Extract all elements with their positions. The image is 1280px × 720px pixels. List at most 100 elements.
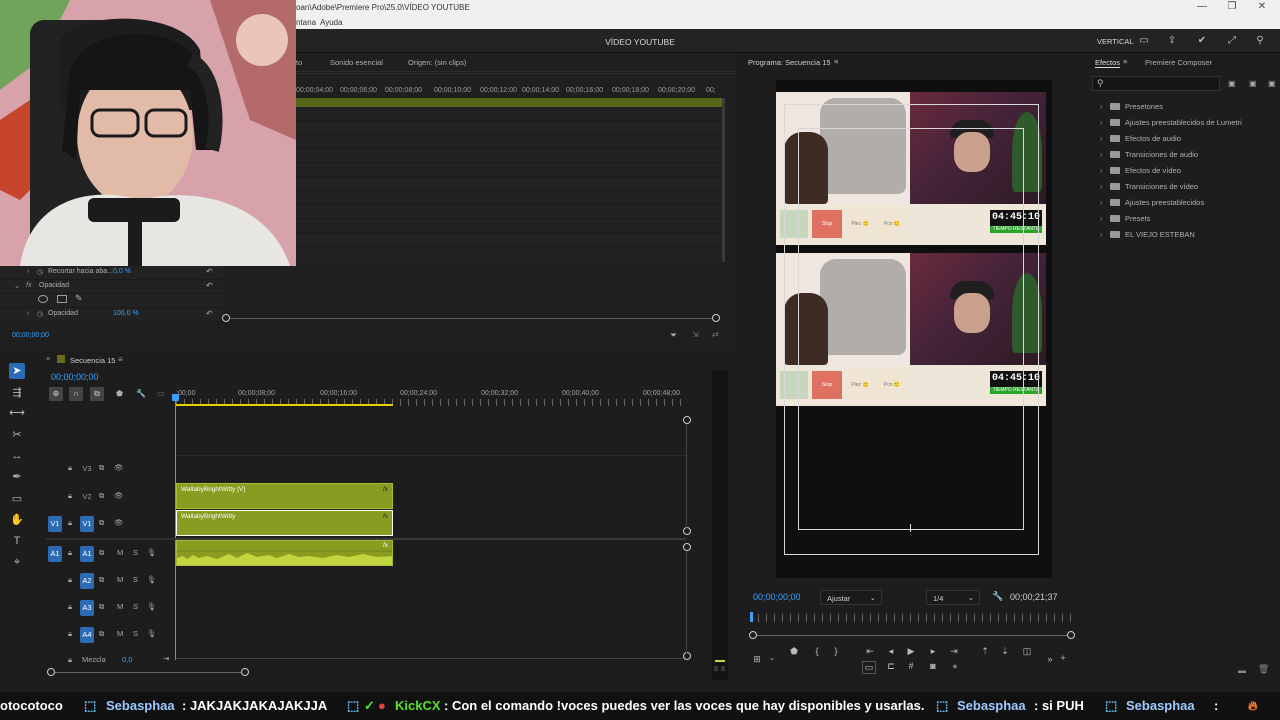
chevron-right-icon[interactable]: ›	[1100, 198, 1110, 207]
mix-value[interactable]: 0,0	[122, 655, 132, 664]
mute-button[interactable]: M	[117, 548, 123, 557]
sync-icon[interactable]: ⧉	[99, 518, 104, 528]
panel-menu-icon[interactable]: ≡	[834, 57, 838, 66]
resolution-select[interactable]: 1/4 ⌄	[926, 590, 980, 605]
32bit-effects-icon[interactable]: ▣	[1249, 79, 1257, 88]
chevron-right-icon[interactable]: ›	[27, 268, 29, 275]
lock-icon[interactable]: 🔒︎	[68, 548, 72, 558]
lock-icon[interactable]: 🔒︎	[68, 629, 72, 639]
zoom-handle-left[interactable]	[222, 314, 230, 322]
close-tab-icon[interactable]: ×	[46, 356, 50, 363]
accelerated-effects-icon[interactable]: ▣	[1228, 79, 1236, 88]
sync-icon[interactable]: ⧉	[99, 491, 104, 501]
chevron-right-icon[interactable]: ›	[27, 310, 29, 317]
go-to-in-icon[interactable]: ⇤	[863, 646, 877, 657]
menu-item-ventana[interactable]: ntana	[296, 18, 316, 27]
nest-icon[interactable]: ⊕	[49, 387, 63, 401]
clip-video-v1[interactable]: WallabyBrightWitty fx	[176, 510, 393, 536]
effects-bin-item[interactable]: › Efectos de vídeo	[1100, 166, 1181, 178]
lock-icon[interactable]: 🔒︎	[68, 575, 72, 585]
play-icon[interactable]: ▶	[904, 646, 918, 657]
v-scroll-handle[interactable]	[683, 543, 691, 551]
chevron-right-icon[interactable]: ›	[1100, 166, 1110, 175]
effects-bin-item[interactable]: › Transiciones de audio	[1100, 150, 1198, 162]
close-button[interactable]: ✕	[1247, 1, 1277, 12]
microphone-icon[interactable]: 🎙︎	[147, 575, 157, 584]
rect-mask-icon[interactable]	[57, 295, 67, 303]
track-label-v2[interactable]: V2	[80, 489, 94, 505]
tab-essential-sound[interactable]: Sonido esencial	[330, 58, 383, 67]
track-label-a3[interactable]: A3	[80, 600, 94, 616]
linked-select-icon[interactable]: ⧉	[90, 387, 104, 401]
overflow-icon[interactable]: »	[1043, 654, 1057, 664]
minimize-button[interactable]: —	[1187, 1, 1217, 12]
program-monitor-title[interactable]: Programa: Secuencia 15	[748, 58, 831, 67]
reset-icon[interactable]: ↶	[206, 281, 213, 290]
pen-mask-icon[interactable]: ✎	[75, 293, 83, 304]
source-zoom-bar[interactable]	[226, 318, 718, 319]
captions-icon[interactable]: ▭	[157, 389, 165, 398]
v-scroll-handle[interactable]	[683, 416, 691, 424]
sync-icon[interactable]: ⧉	[99, 629, 104, 639]
opacity-value[interactable]: 100,0 %	[113, 310, 139, 317]
sync-icon[interactable]: ⧉	[99, 548, 104, 558]
chevron-down-icon[interactable]: ⌄	[765, 654, 779, 662]
source-clip-bar[interactable]	[296, 98, 722, 107]
hand-tool-icon[interactable]: ✋	[9, 512, 25, 528]
solo-button[interactable]: S	[133, 629, 138, 638]
lock-icon[interactable]: 🔒︎	[68, 491, 72, 501]
program-playhead[interactable]	[750, 612, 753, 622]
tab-premiere-composer[interactable]: Premiere Composer	[1145, 58, 1212, 67]
track-select-tool-icon[interactable]: ⇶	[9, 385, 25, 401]
marker-icon[interactable]: ⬟	[787, 646, 801, 657]
zoom-handle-right[interactable]	[712, 314, 720, 322]
mute-button[interactable]: M	[117, 575, 123, 584]
camera-icon[interactable]: ◙	[926, 661, 940, 671]
track-label-v3[interactable]: V3	[80, 461, 94, 477]
stopwatch-icon[interactable]: ◷	[37, 310, 43, 318]
pen-tool-icon[interactable]: ✒	[9, 469, 25, 485]
effects-bin-item[interactable]: › Efectos de audio	[1100, 134, 1181, 146]
share-icon[interactable]: ⇪	[1166, 35, 1178, 47]
eye-icon[interactable]: 👁︎	[114, 491, 124, 500]
chevron-right-icon[interactable]: ›	[1100, 214, 1110, 223]
program-zoom-bar[interactable]	[755, 635, 1071, 636]
panel-menu-icon[interactable]: ≡	[118, 355, 123, 364]
selection-tool-icon[interactable]: ➤	[9, 363, 25, 379]
panel-menu-icon[interactable]: ≡	[1123, 57, 1127, 66]
tab-source[interactable]: Origen: (sin clips)	[408, 58, 466, 67]
lock-icon[interactable]: 🔒︎	[68, 602, 72, 612]
sync-icon[interactable]: ⧉	[99, 575, 104, 585]
maximize-button[interactable]: ❐	[1217, 1, 1247, 12]
razor-tool-icon[interactable]: ✂	[9, 427, 25, 443]
tab-effect-controls[interactable]: to	[296, 58, 302, 67]
effects-bin-item[interactable]: › Presetones	[1100, 102, 1163, 114]
program-timecode[interactable]: 00;00;00;00	[753, 592, 801, 602]
chevron-right-icon[interactable]: ›	[1100, 134, 1110, 143]
add-marker-icon[interactable]: ⬟	[116, 389, 123, 398]
track-label-a2[interactable]: A2	[80, 573, 94, 589]
fit-select[interactable]: Ajustar ⌄	[820, 590, 882, 605]
lift-icon[interactable]: ⇡	[978, 646, 992, 657]
v-scroll-handle[interactable]	[683, 652, 691, 660]
chevron-right-icon[interactable]: ›	[1100, 182, 1110, 191]
chevron-right-icon[interactable]: ›	[1100, 102, 1110, 111]
sync-icon[interactable]: ⧉	[99, 463, 104, 473]
chevron-down-icon[interactable]: ⌄	[14, 282, 20, 290]
lock-icon[interactable]: 🔒︎	[68, 655, 72, 665]
v-scroll-handle[interactable]	[683, 527, 691, 535]
mark-in-icon[interactable]: {	[810, 646, 824, 656]
step-forward-icon[interactable]: ▸	[926, 646, 940, 657]
ripple-edit-tool-icon[interactable]: ⟷	[9, 405, 25, 421]
chevron-right-icon[interactable]: ›	[1100, 150, 1110, 159]
timeline-zoom-bar[interactable]	[51, 672, 247, 673]
snap-icon[interactable]: ∩	[69, 387, 83, 401]
effects-bin-item[interactable]: › Presets	[1100, 214, 1150, 226]
track-label-a1[interactable]: A1	[80, 546, 94, 562]
filter-icon[interactable]: ⏷	[670, 330, 677, 341]
check-icon[interactable]: ✔	[1196, 35, 1208, 47]
delete-icon[interactable]: 🗑	[1258, 664, 1269, 675]
settings-grid-icon[interactable]: ⊞	[750, 654, 764, 665]
go-to-out-icon[interactable]: ⇥	[947, 646, 961, 657]
safe-margins-icon[interactable]: ▭	[862, 661, 876, 674]
